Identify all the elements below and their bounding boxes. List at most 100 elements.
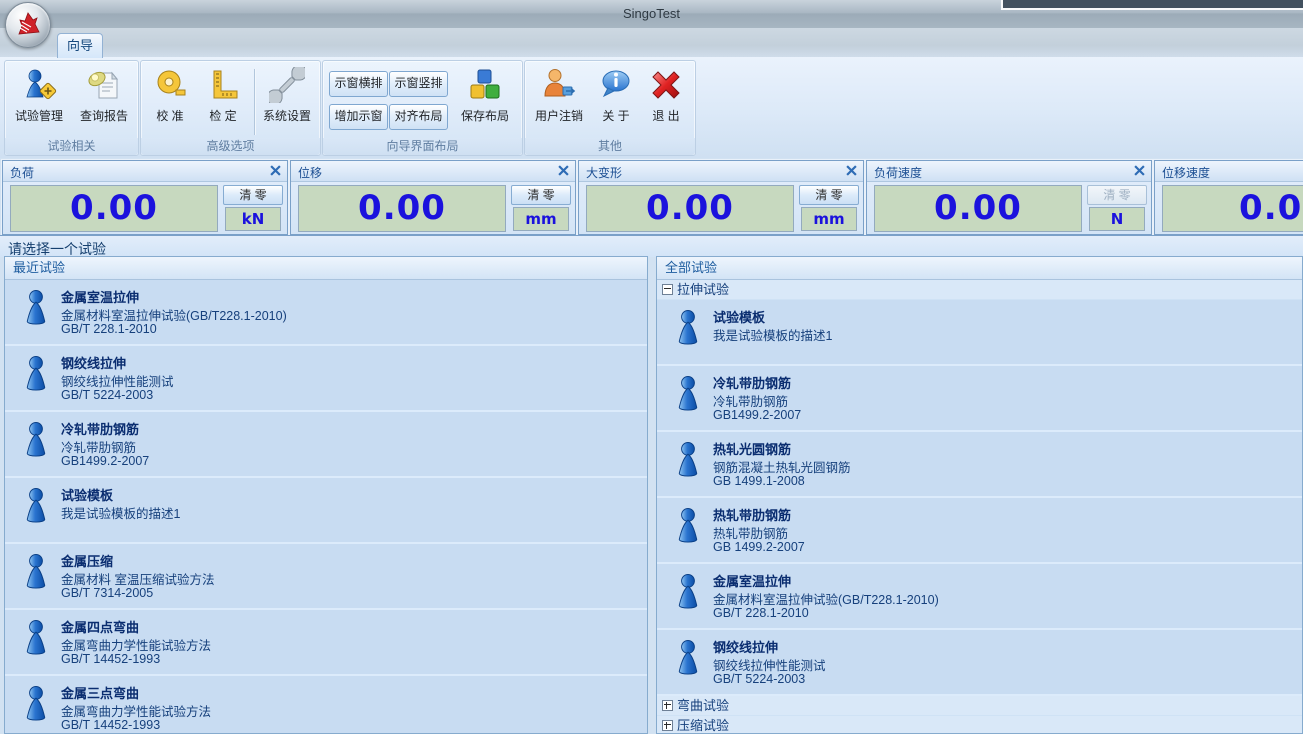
test-standard: GB/T 5224-2003 bbox=[713, 672, 805, 686]
meter-panel-displacement: 位移 0.00 清 零 mm bbox=[290, 160, 576, 235]
test-title: 钢绞线拉伸 bbox=[61, 353, 126, 372]
test-item[interactable]: 冷轧带肋钢筋 冷轧带肋钢筋 GB1499.2-2007 bbox=[657, 366, 1302, 432]
test-pawn-icon bbox=[674, 375, 702, 413]
button-label: 保存布局 bbox=[461, 107, 509, 124]
test-standard: GB1499.2-2007 bbox=[713, 408, 801, 422]
align-layout-button[interactable]: 对齐布局 bbox=[389, 104, 448, 130]
test-item[interactable]: 热轧带肋钢筋 热轧带肋钢筋 GB 1499.2-2007 bbox=[657, 498, 1302, 564]
meter-panel-load-speed: 负荷速度 0.00 清 零 N bbox=[866, 160, 1152, 235]
group-caption: 其他 bbox=[525, 138, 695, 155]
test-standard: GB/T 228.1-2010 bbox=[713, 606, 809, 620]
test-title: 试验模板 bbox=[713, 307, 765, 326]
query-report-button[interactable]: 查询报告 bbox=[72, 65, 136, 135]
save-layout-button[interactable]: 保存布局 bbox=[453, 65, 517, 135]
ribbon-group-test-related: 试验管理 查询报告 试验相关 bbox=[4, 60, 139, 156]
meter-value: 0.00 bbox=[874, 185, 1082, 232]
test-pawn-icon bbox=[22, 685, 50, 723]
meter-value: 0.00 bbox=[586, 185, 794, 232]
test-pawn-icon bbox=[22, 487, 50, 525]
app-menu-orb[interactable] bbox=[5, 2, 51, 48]
test-pawn-icon bbox=[674, 507, 702, 545]
test-manage-button[interactable]: 试验管理 bbox=[7, 65, 71, 135]
clear-zero-button[interactable]: 清 零 bbox=[223, 185, 283, 205]
test-standard: GB1499.2-2007 bbox=[61, 454, 149, 468]
test-pawn-icon bbox=[674, 639, 702, 677]
button-label: 系统设置 bbox=[263, 107, 311, 124]
meter-unit: N bbox=[1089, 207, 1145, 231]
ribbon-tabstrip: 向导 bbox=[0, 28, 1303, 57]
test-item[interactable]: 冷轧带肋钢筋 冷轧带肋钢筋 GB1499.2-2007 bbox=[5, 412, 647, 478]
button-label: 试验管理 bbox=[15, 107, 63, 124]
exit-cross-icon bbox=[648, 67, 684, 103]
windows-vertical-button[interactable]: 示窗竖排 bbox=[389, 71, 448, 97]
exit-button[interactable]: 退 出 bbox=[641, 65, 691, 135]
test-title: 金属压缩 bbox=[61, 551, 113, 570]
test-item[interactable]: 热轧光圆钢筋 钢筋混凝土热轧光圆钢筋 GB 1499.1-2008 bbox=[657, 432, 1302, 498]
group-caption: 高级选项 bbox=[141, 138, 320, 155]
button-label: 关 于 bbox=[602, 107, 629, 124]
close-icon[interactable] bbox=[846, 165, 857, 176]
meter-row: 负荷 0.00 清 零 kN 位移 0.00 清 零 mm 大变形 0.00 清… bbox=[0, 158, 1303, 235]
prompt-bar: 请选择一个试验 bbox=[0, 235, 1303, 257]
test-item[interactable]: 试验模板 我是试验模板的描述1 bbox=[657, 300, 1302, 366]
button-label: 校 准 bbox=[156, 107, 183, 124]
recent-tests-header: 最近试验 bbox=[5, 257, 647, 280]
tree-label: 弯曲试验 bbox=[677, 698, 729, 713]
close-icon[interactable] bbox=[558, 165, 569, 176]
test-standard: GB/T 7314-2005 bbox=[61, 586, 153, 600]
meter-value: 0.00 bbox=[1162, 185, 1303, 232]
clear-zero-button: 清 零 bbox=[1087, 185, 1147, 205]
test-title: 冷轧带肋钢筋 bbox=[713, 373, 791, 392]
test-title: 冷轧带肋钢筋 bbox=[61, 419, 139, 438]
test-desc: 我是试验模板的描述1 bbox=[713, 325, 832, 344]
test-desc: 我是试验模板的描述1 bbox=[61, 503, 180, 522]
meter-value: 0.00 bbox=[10, 185, 218, 232]
expand-icon[interactable] bbox=[662, 720, 673, 731]
test-item[interactable]: 金属室温拉伸 金属材料室温拉伸试验(GB/T228.1-2010) GB/T 2… bbox=[5, 280, 647, 346]
tree-node-tensile[interactable]: 拉伸试验 bbox=[657, 280, 1302, 300]
test-standard: GB/T 228.1-2010 bbox=[61, 322, 157, 336]
test-pawn-icon bbox=[22, 553, 50, 591]
expand-icon[interactable] bbox=[662, 700, 673, 711]
meter-title: 负荷速度 bbox=[874, 164, 922, 181]
test-item[interactable]: 金属三点弯曲 金属弯曲力学性能试验方法 GB/T 14452-1993 bbox=[5, 676, 647, 734]
clear-zero-button[interactable]: 清 零 bbox=[799, 185, 859, 205]
recent-tests-panel: 最近试验 金属室温拉伸 金属材料室温拉伸试验(GB/T228.1-2010) G… bbox=[4, 256, 648, 734]
test-pawn-icon bbox=[674, 441, 702, 479]
windows-horizontal-button[interactable]: 示窗横排 bbox=[329, 71, 388, 97]
tab-wizard[interactable]: 向导 bbox=[57, 33, 103, 58]
test-standard: GB 1499.1-2008 bbox=[713, 474, 805, 488]
test-pawn-icon bbox=[22, 355, 50, 393]
ribbon-group-other: 用户注销 关 于 退 出 其他 bbox=[524, 60, 696, 156]
group-caption: 试验相关 bbox=[5, 138, 138, 155]
clear-zero-button[interactable]: 清 零 bbox=[511, 185, 571, 205]
button-label: 用户注销 bbox=[535, 107, 583, 124]
test-item[interactable]: 金属室温拉伸 金属材料室温拉伸试验(GB/T228.1-2010) GB/T 2… bbox=[657, 564, 1302, 630]
test-pawn-icon bbox=[22, 619, 50, 657]
test-title: 金属室温拉伸 bbox=[61, 287, 139, 306]
tree-node-bending[interactable]: 弯曲试验 bbox=[657, 696, 1302, 716]
add-window-button[interactable]: 增加示窗 bbox=[329, 104, 388, 130]
test-item[interactable]: 金属四点弯曲 金属弯曲力学性能试验方法 GB/T 14452-1993 bbox=[5, 610, 647, 676]
system-settings-button[interactable]: 系统设置 bbox=[255, 65, 319, 135]
ruler-icon bbox=[205, 67, 241, 103]
close-icon[interactable] bbox=[1134, 165, 1145, 176]
test-standard: GB/T 14452-1993 bbox=[61, 718, 160, 732]
collapse-icon[interactable] bbox=[662, 284, 673, 295]
test-title: 热轧光圆钢筋 bbox=[713, 439, 791, 458]
verify-button[interactable]: 检 定 bbox=[198, 65, 248, 135]
user-logout-button[interactable]: 用户注销 bbox=[527, 65, 591, 135]
about-button[interactable]: 关 于 bbox=[591, 65, 641, 135]
test-selection-area: 最近试验 金属室温拉伸 金属材料室温拉伸试验(GB/T228.1-2010) G… bbox=[0, 256, 1303, 732]
meter-title: 负荷 bbox=[10, 164, 34, 181]
close-icon[interactable] bbox=[270, 165, 281, 176]
ribbon-group-wizard-layout: 示窗横排 示窗竖排 增加示窗 对齐布局 保存布局 向导界面布局 bbox=[322, 60, 523, 156]
test-item[interactable]: 钢绞线拉伸 钢绞线拉伸性能测试 GB/T 5224-2003 bbox=[5, 346, 647, 412]
test-item[interactable]: 金属压缩 金属材料 室温压缩试验方法 GB/T 7314-2005 bbox=[5, 544, 647, 610]
meter-panel-displacement-speed: 位移速度 0.00 bbox=[1154, 160, 1303, 235]
test-pawn-icon bbox=[22, 421, 50, 459]
calibrate-button[interactable]: 校 准 bbox=[145, 65, 195, 135]
test-item[interactable]: 试验模板 我是试验模板的描述1 bbox=[5, 478, 647, 544]
tree-node-compression[interactable]: 压缩试验 bbox=[657, 716, 1302, 734]
test-item[interactable]: 钢绞线拉伸 钢绞线拉伸性能测试 GB/T 5224-2003 bbox=[657, 630, 1302, 696]
